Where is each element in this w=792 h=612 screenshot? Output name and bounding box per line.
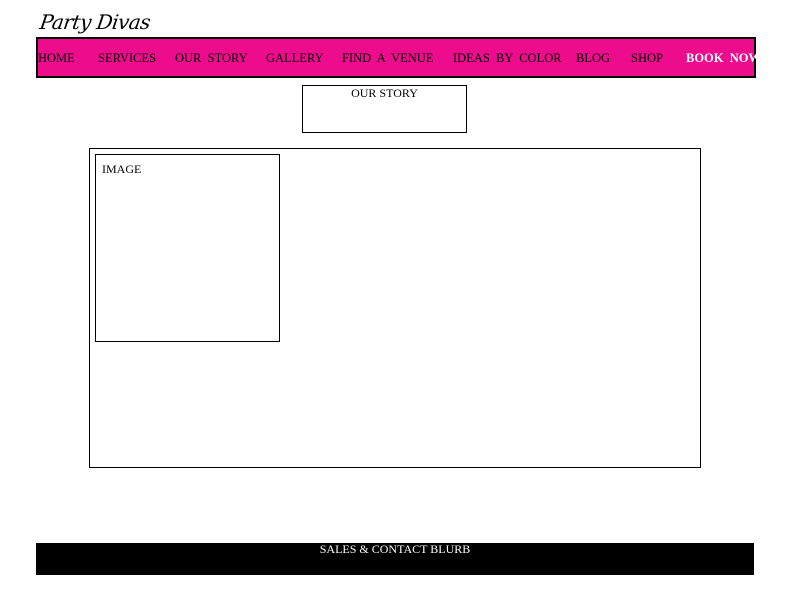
- page-title-box: OUR STORY: [302, 85, 467, 133]
- nav-item-home[interactable]: HOME: [38, 39, 75, 76]
- main-nav: HOME SERVICES OUR STORY GALLERY FIND A V…: [36, 37, 761, 78]
- nav-item-gallery[interactable]: GALLERY: [266, 39, 324, 76]
- nav-item-blog[interactable]: BLOG: [576, 39, 610, 76]
- nav-item-find-a-venue[interactable]: FIND A VENUE: [342, 39, 433, 76]
- image-placeholder: IMAGE: [95, 154, 280, 342]
- nav-item-our-story[interactable]: OUR STORY: [175, 39, 248, 76]
- footer-blurb: SALES & CONTACT BLURB: [319, 542, 471, 556]
- nav-item-services[interactable]: SERVICES: [98, 39, 156, 76]
- footer: SALES & CONTACT BLURB: [36, 543, 754, 575]
- image-placeholder-label: IMAGE: [102, 162, 142, 176]
- logo[interactable]: Party Divas: [38, 10, 152, 34]
- nav-item-ideas-by-color[interactable]: IDEAS BY COLOR: [453, 39, 562, 76]
- book-now-button[interactable]: BOOK NOW: [686, 39, 761, 76]
- page-title: OUR STORY: [351, 86, 418, 100]
- nav-item-shop[interactable]: SHOP: [631, 39, 663, 76]
